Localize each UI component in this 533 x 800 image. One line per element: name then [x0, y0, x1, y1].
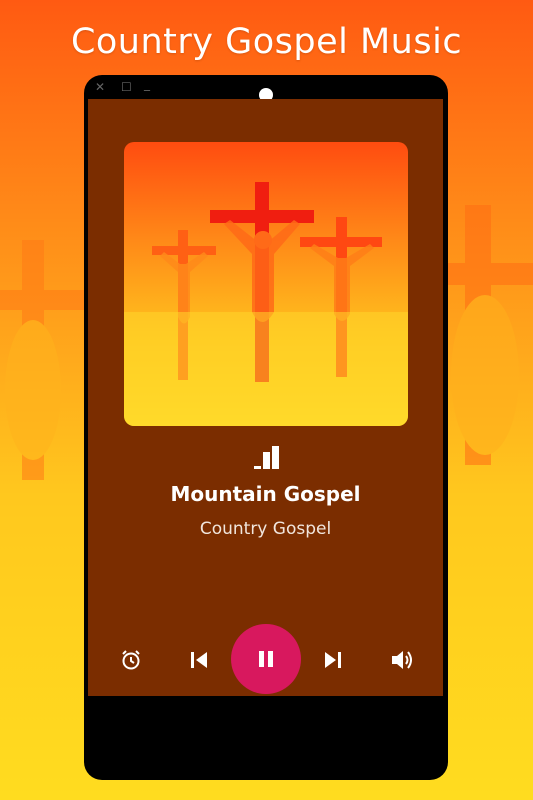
- pause-icon: [259, 651, 273, 667]
- close-icon[interactable]: ✕: [95, 81, 105, 93]
- next-button[interactable]: [320, 647, 346, 673]
- previous-button[interactable]: [186, 647, 212, 673]
- equalizer-icon: [254, 446, 279, 469]
- album-art: [124, 142, 408, 426]
- playback-controls: [88, 624, 443, 694]
- skip-previous-icon: [191, 652, 207, 668]
- artist-name: Country Gospel: [199, 519, 332, 539]
- player-screen: Mountain Gospel Country Gospel: [88, 99, 443, 696]
- pause-button[interactable]: [231, 624, 301, 694]
- background-cross-left: [0, 240, 86, 480]
- maximize-icon[interactable]: ☐: [121, 81, 132, 93]
- volume-button[interactable]: [388, 646, 416, 674]
- skip-next-icon: [325, 652, 341, 668]
- promo-title: Country Gospel Music: [70, 22, 463, 62]
- alarm-button[interactable]: [118, 647, 144, 673]
- song-title: Mountain Gospel: [170, 482, 361, 506]
- minimize-icon[interactable]: _: [144, 78, 150, 90]
- background-cross-right: [440, 205, 533, 465]
- volume-icon: [392, 651, 412, 669]
- album-art-crucifixion-image: [124, 182, 408, 426]
- alarm-icon: [122, 650, 140, 670]
- phone-frame: ✕ ☐ _ Mountain Gospel Country Gospel: [84, 75, 448, 780]
